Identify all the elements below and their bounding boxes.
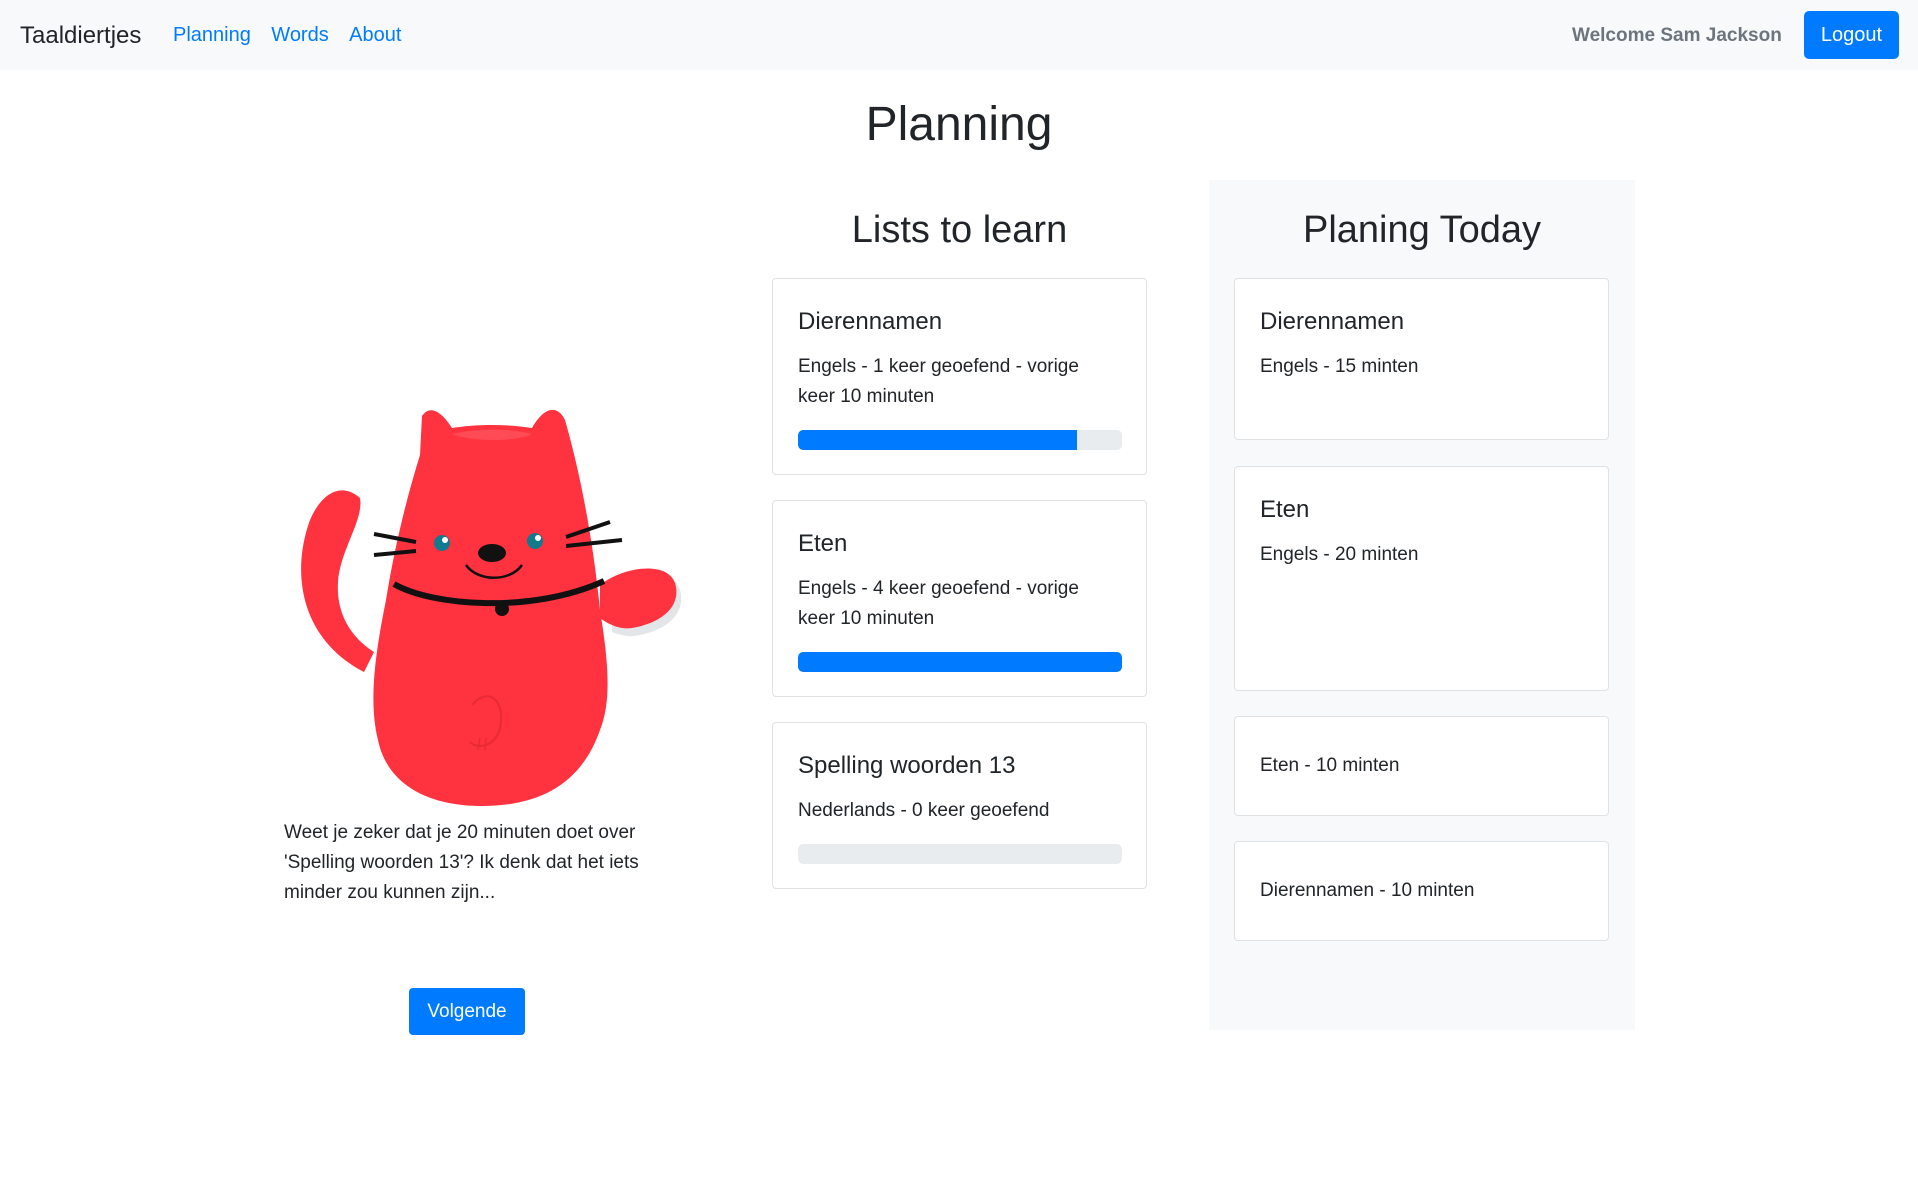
cat-body	[373, 410, 608, 806]
learn-card-progress	[798, 844, 1122, 864]
today-card-eten-10[interactable]: Eten - 10 minten	[1234, 716, 1609, 816]
today-card-dierennamen[interactable]: Dierennamen Engels - 15 minten	[1234, 278, 1609, 440]
planning-today-heading: Planing Today	[1302, 209, 1542, 251]
today-card-title: Eten	[1260, 496, 1310, 523]
learn-card-spelling[interactable]: Spelling woorden 13 Nederlands - 0 keer …	[772, 722, 1147, 889]
learn-card-title: Dierennamen	[798, 308, 943, 335]
today-card-text: Dierennamen - 10 minten	[1260, 880, 1475, 901]
learn-card-text: Engels - 4 keer geoefend - vorige keer 1…	[798, 578, 1079, 629]
today-card-eten[interactable]: Eten Engels - 20 minten	[1234, 466, 1609, 691]
logout-button[interactable]: Logout	[1804, 11, 1899, 59]
page-title: Planning	[865, 98, 1053, 151]
brand-logo[interactable]: Taaldiertjes	[20, 22, 141, 50]
learn-card-text: Engels - 1 keer geoefend - vorige keer 1…	[798, 356, 1079, 407]
today-card-dierennamen-10[interactable]: Dierennamen - 10 minten	[1234, 841, 1609, 941]
nav-link-about[interactable]: About	[349, 24, 401, 47]
today-card-text: Engels - 20 minten	[1260, 544, 1419, 565]
cat-nose	[478, 544, 506, 562]
progress-fill	[798, 430, 1077, 450]
learn-card-progress	[798, 430, 1122, 450]
learn-card-progress	[798, 652, 1122, 672]
learn-card-text: Nederlands - 0 keer geoefend	[798, 800, 1050, 821]
cat-tail	[301, 490, 374, 672]
learn-card-dierennamen[interactable]: Dierennamen Engels - 1 keer geoefend - v…	[772, 278, 1147, 475]
lists-to-learn-heading: Lists to learn	[851, 209, 1068, 251]
today-card-text: Eten - 10 minten	[1260, 755, 1400, 776]
learn-card-title: Spelling woorden 13	[798, 752, 1016, 779]
welcome-text: Welcome Sam Jackson	[1572, 25, 1782, 46]
navbar: Taaldiertjes Planning Words About Welcom…	[0, 0, 1918, 70]
nav-link-planning[interactable]: Planning	[173, 24, 251, 47]
learn-card-title: Eten	[798, 530, 848, 557]
today-card-title: Dierennamen	[1260, 308, 1405, 335]
today-card-text: Engels - 15 minten	[1260, 356, 1419, 377]
cat-left-eye	[434, 535, 450, 551]
progress-fill	[798, 652, 1122, 672]
cat-collar-bell	[495, 602, 509, 616]
learn-card-eten[interactable]: Eten Engels - 4 keer geoefend - vorige k…	[772, 500, 1147, 697]
cat-right-eye	[527, 533, 543, 549]
mascot-message: Weet je zeker dat je 20 minuten doet ove…	[284, 822, 639, 903]
nav-links: Planning Words About	[173, 24, 417, 47]
next-button[interactable]: Volgende	[409, 988, 525, 1035]
cat-mascot-image	[301, 410, 682, 806]
nav-link-words[interactable]: Words	[271, 24, 328, 47]
